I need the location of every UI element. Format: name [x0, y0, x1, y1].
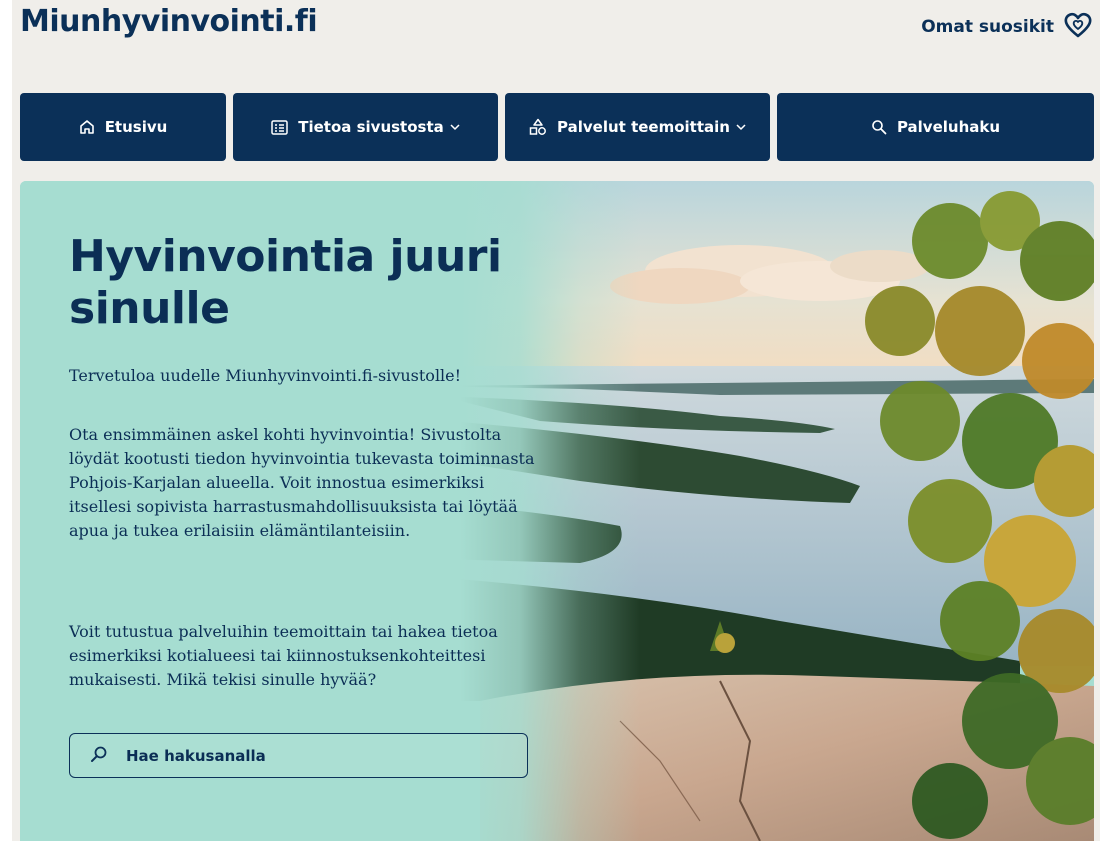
list-icon: [271, 119, 288, 135]
chevron-down-icon: [450, 123, 460, 131]
heart-icon: [1064, 12, 1092, 43]
home-icon: [79, 119, 95, 135]
chevron-down-icon: [736, 123, 746, 131]
shapes-icon: [529, 118, 547, 136]
site-logo[interactable]: Miunhyvinvointi.fi: [20, 4, 318, 39]
nav-search-button[interactable]: Palveluhaku: [777, 93, 1094, 161]
nav-search-label: Palveluhaku: [896, 118, 1001, 136]
hero-intro: Tervetuloa uudelle Miunhyvinvointi.fi-si…: [69, 366, 462, 385]
nav-about-button[interactable]: Tietoa sivustosta: [233, 93, 498, 161]
hero-title-block: Hyvinvointia juuri sinulle: [69, 231, 539, 335]
favorites-link[interactable]: Omat suosikit: [921, 12, 1092, 42]
favorites-label: Omat suosikit: [921, 17, 1054, 37]
hero-search-box[interactable]: [69, 733, 528, 778]
nav-services-label: Palvelut teemoittain: [557, 118, 730, 136]
hero-paragraph-2: Voit tutustua palveluihin teemoittain ta…: [69, 622, 498, 689]
hero-section: Hyvinvointia juuri sinulle Tervetuloa uu…: [20, 181, 1094, 841]
nav-home-button[interactable]: Etusivu: [20, 93, 226, 161]
search-input[interactable]: [124, 745, 488, 766]
nav-home-label: Etusivu: [104, 118, 168, 136]
site-header: Miunhyvinvointi.fi Omat suosikit: [12, 0, 1100, 90]
search-icon: [90, 745, 108, 767]
nav-about-label: Tietoa sivustosta: [298, 118, 444, 136]
hero-title: Hyvinvointia juuri sinulle: [69, 231, 502, 334]
hero-paragraph-1: Ota ensimmäinen askel kohti hyvinvointia…: [69, 425, 535, 540]
page: Miunhyvinvointi.fi Omat suosikit Etusivu…: [12, 0, 1100, 841]
nav-services-button[interactable]: Palvelut teemoittain: [505, 93, 770, 161]
search-icon: [871, 119, 887, 135]
main-navigation: Etusivu Tietoa sivustosta Palvelut teemo…: [20, 93, 1094, 161]
